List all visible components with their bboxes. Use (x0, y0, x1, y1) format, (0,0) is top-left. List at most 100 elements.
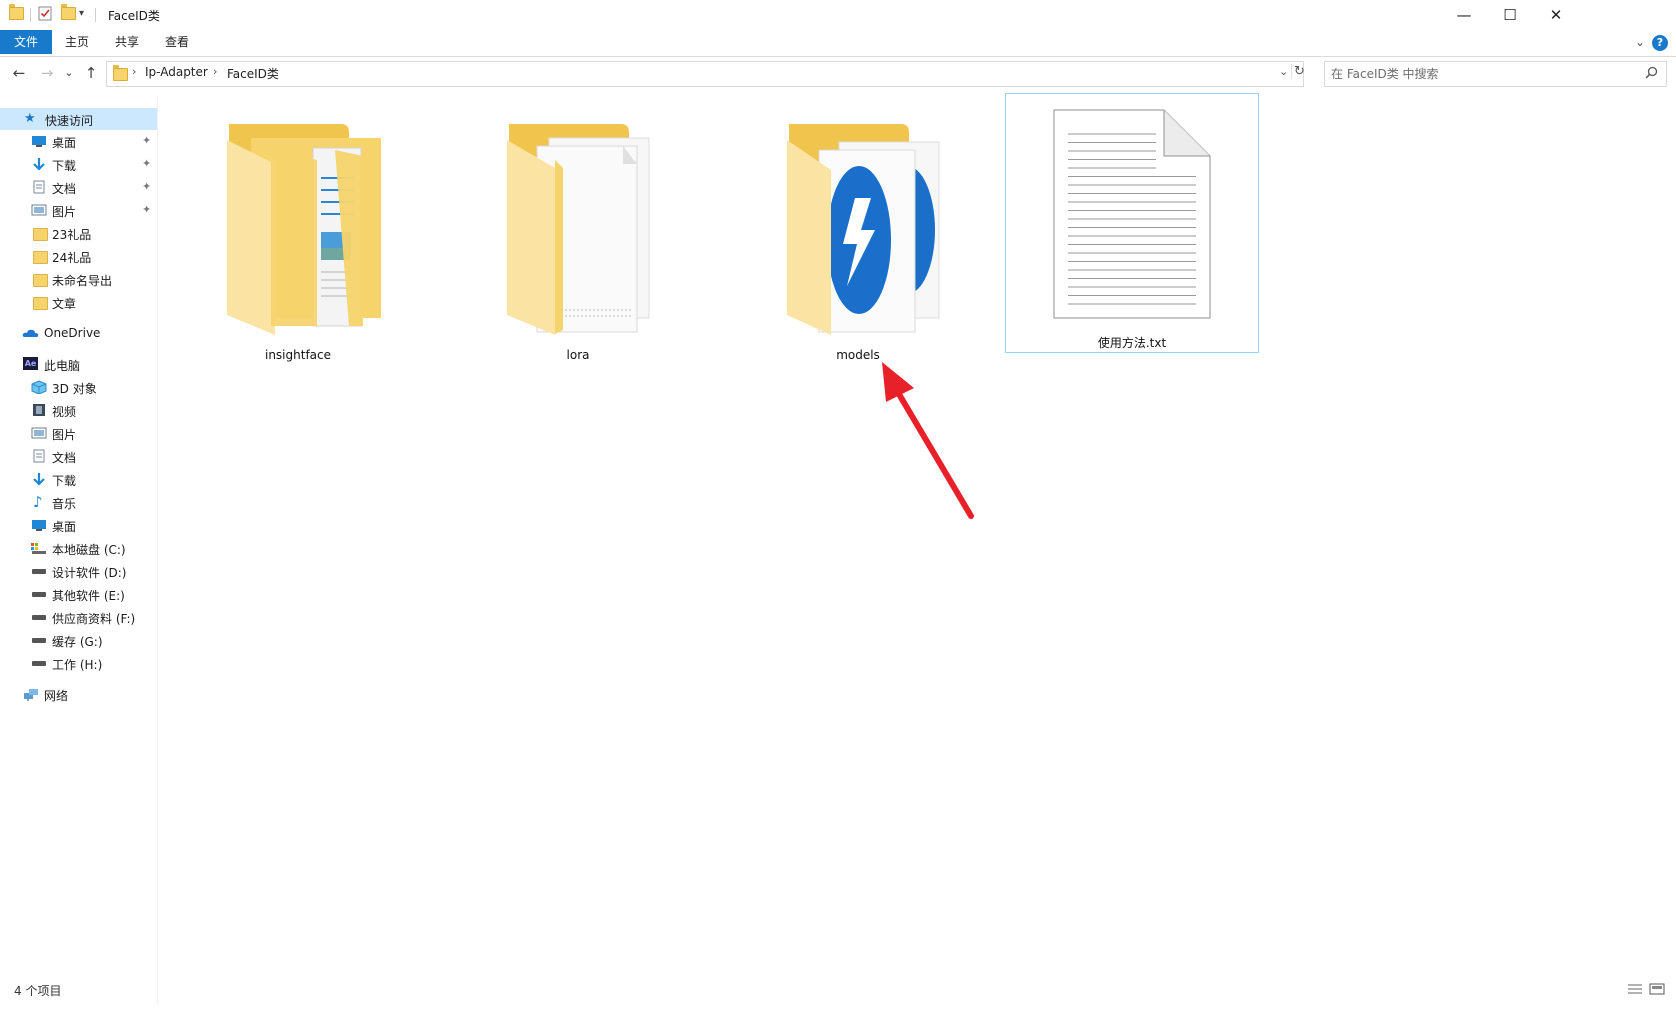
nav-label: 文章 (52, 297, 77, 311)
expand-ribbon-button[interactable]: ⌄ (1632, 30, 1648, 54)
tab-view[interactable]: 查看 (154, 30, 200, 54)
ribbon-divider (0, 56, 1676, 57)
search-icon[interactable] (1645, 66, 1658, 82)
this-pc-icon: Ae (23, 357, 38, 370)
large-icons-view-icon[interactable] (1649, 982, 1665, 996)
nav-item-folder-23[interactable]: 23礼品 (0, 222, 157, 244)
nav-label: 供应商资料 (F:) (52, 612, 136, 626)
recent-locations-button[interactable]: ⌄ (62, 62, 76, 84)
nav-onedrive[interactable]: OneDrive (0, 322, 157, 344)
folder-with-documents-icon (213, 120, 383, 338)
help-button[interactable]: ? (1652, 35, 1668, 51)
divider (30, 8, 31, 22)
system-drive-icon (31, 541, 47, 555)
tab-file[interactable]: 文件 (0, 30, 52, 54)
document-icon (32, 449, 48, 463)
nav-label: 设计软件 (D:) (52, 566, 127, 580)
folder-item-models[interactable]: models (723, 100, 993, 370)
music-icon: ♪ (33, 493, 43, 511)
address-bar[interactable]: › Ip-Adapter › FaceID类 ⌄ ↻ (106, 61, 1305, 87)
back-button[interactable]: ← (8, 62, 30, 84)
item-name: lora (566, 348, 590, 362)
nav-item-drive-d[interactable]: 设计软件 (D:) (0, 560, 157, 582)
nav-item-folder-24[interactable]: 24礼品 (0, 245, 157, 267)
breadcrumb-ip-adapter[interactable]: Ip-Adapter (145, 65, 208, 79)
nav-label: 图片 (52, 205, 77, 219)
nav-label: 24礼品 (52, 251, 92, 265)
nav-label: 桌面 (52, 520, 77, 534)
nav-item-articles[interactable]: 文章 (0, 291, 157, 313)
desktop-icon (31, 518, 47, 532)
nav-item-desktop-pc[interactable]: 桌面 (0, 514, 157, 536)
nav-item-videos[interactable]: 视频 (0, 399, 157, 421)
nav-network[interactable]: 网络 (0, 683, 157, 705)
refresh-button[interactable]: ↻ (1291, 64, 1305, 79)
item-name: 使用方法.txt (1097, 336, 1167, 350)
minimize-button[interactable]: — (1441, 0, 1487, 30)
nav-item-pictures[interactable]: 图片 ✦ (0, 199, 157, 221)
folder-item-insightface[interactable]: insightface (163, 100, 433, 370)
address-dropdown-button[interactable]: ⌄ (1279, 65, 1288, 78)
up-button[interactable]: ↑ (80, 62, 102, 84)
item-name: insightface (264, 348, 331, 362)
nav-label: 此电脑 (44, 359, 81, 373)
drive-icon (32, 592, 46, 597)
nav-quick-access[interactable]: ★ 快速访问 (0, 108, 157, 130)
nav-item-documents[interactable]: 文档 ✦ (0, 176, 157, 198)
breadcrumb-faceid[interactable]: FaceID类 (227, 65, 279, 82)
folder-with-files-icon (493, 120, 663, 338)
details-view-icon[interactable] (1627, 982, 1643, 996)
nav-item-drive-e[interactable]: 其他软件 (E:) (0, 583, 157, 605)
cloud-icon (22, 326, 39, 340)
folder-icon (33, 251, 48, 264)
nav-item-drive-f[interactable]: 供应商资料 (F:) (0, 606, 157, 628)
nav-item-desktop[interactable]: 桌面 ✦ (0, 130, 157, 152)
nav-label: 其他软件 (E:) (52, 589, 125, 603)
nav-this-pc[interactable]: Ae 此电脑 (0, 353, 157, 375)
file-item-usage-txt[interactable]: 使用方法.txt (1005, 93, 1259, 353)
maximize-button[interactable]: ☐ (1487, 0, 1533, 30)
title-bar: ▾ FaceID类 — ☐ ✕ (0, 0, 1676, 30)
nav-item-unnamed-export[interactable]: 未命名导出 (0, 268, 157, 290)
nav-item-drive-c[interactable]: 本地磁盘 (C:) (0, 537, 157, 559)
breadcrumb-separator[interactable]: › (213, 65, 217, 78)
annotation-arrow (882, 362, 974, 519)
forward-button[interactable]: → (36, 62, 58, 84)
customize-toolbar-icon[interactable]: ▾ (79, 8, 84, 19)
tab-home[interactable]: 主页 (54, 30, 100, 54)
folder-icon (33, 274, 48, 287)
folder-item-lora[interactable]: lora (443, 100, 713, 370)
breadcrumb-separator[interactable]: › (132, 65, 136, 78)
nav-item-downloads[interactable]: 下载 ✦ (0, 153, 157, 175)
drive-icon (32, 661, 46, 666)
nav-item-drive-g[interactable]: 缓存 (G:) (0, 629, 157, 651)
tab-share[interactable]: 共享 (104, 30, 150, 54)
nav-item-documents-pc[interactable]: 文档 (0, 445, 157, 467)
drive-icon (32, 569, 46, 574)
nav-item-downloads-pc[interactable]: 下载 (0, 468, 157, 490)
nav-label: 本地磁盘 (C:) (52, 543, 126, 557)
properties-icon[interactable] (38, 6, 52, 24)
document-icon (32, 180, 48, 194)
search-box[interactable] (1324, 61, 1667, 87)
nav-item-music[interactable]: ♪ 音乐 (0, 491, 157, 513)
divider (95, 8, 96, 22)
search-input[interactable] (1331, 65, 1631, 82)
nav-label: 桌面 (52, 136, 77, 150)
nav-label: 音乐 (52, 497, 77, 511)
nav-item-drive-h[interactable]: 工作 (H:) (0, 652, 157, 674)
nav-label: 网络 (44, 689, 69, 703)
text-file-icon (1052, 108, 1212, 323)
nav-label: 文档 (52, 451, 77, 465)
nav-label: 文档 (52, 182, 77, 196)
nav-item-3d-objects[interactable]: 3D 对象 (0, 376, 157, 398)
navigation-pane: ★ 快速访问 桌面 ✦ 下载 ✦ 文档 ✦ 图片 ✦ 23礼品 24礼品 未命名… (0, 104, 158, 1004)
nav-label: 缓存 (G:) (52, 635, 103, 649)
nav-item-pictures-pc[interactable]: 图片 (0, 422, 157, 444)
nav-label: 视频 (52, 405, 77, 419)
folder-icon (33, 297, 48, 310)
new-folder-icon[interactable] (61, 4, 76, 20)
picture-icon (31, 203, 47, 217)
close-button[interactable]: ✕ (1533, 0, 1579, 30)
picture-icon (31, 426, 47, 440)
